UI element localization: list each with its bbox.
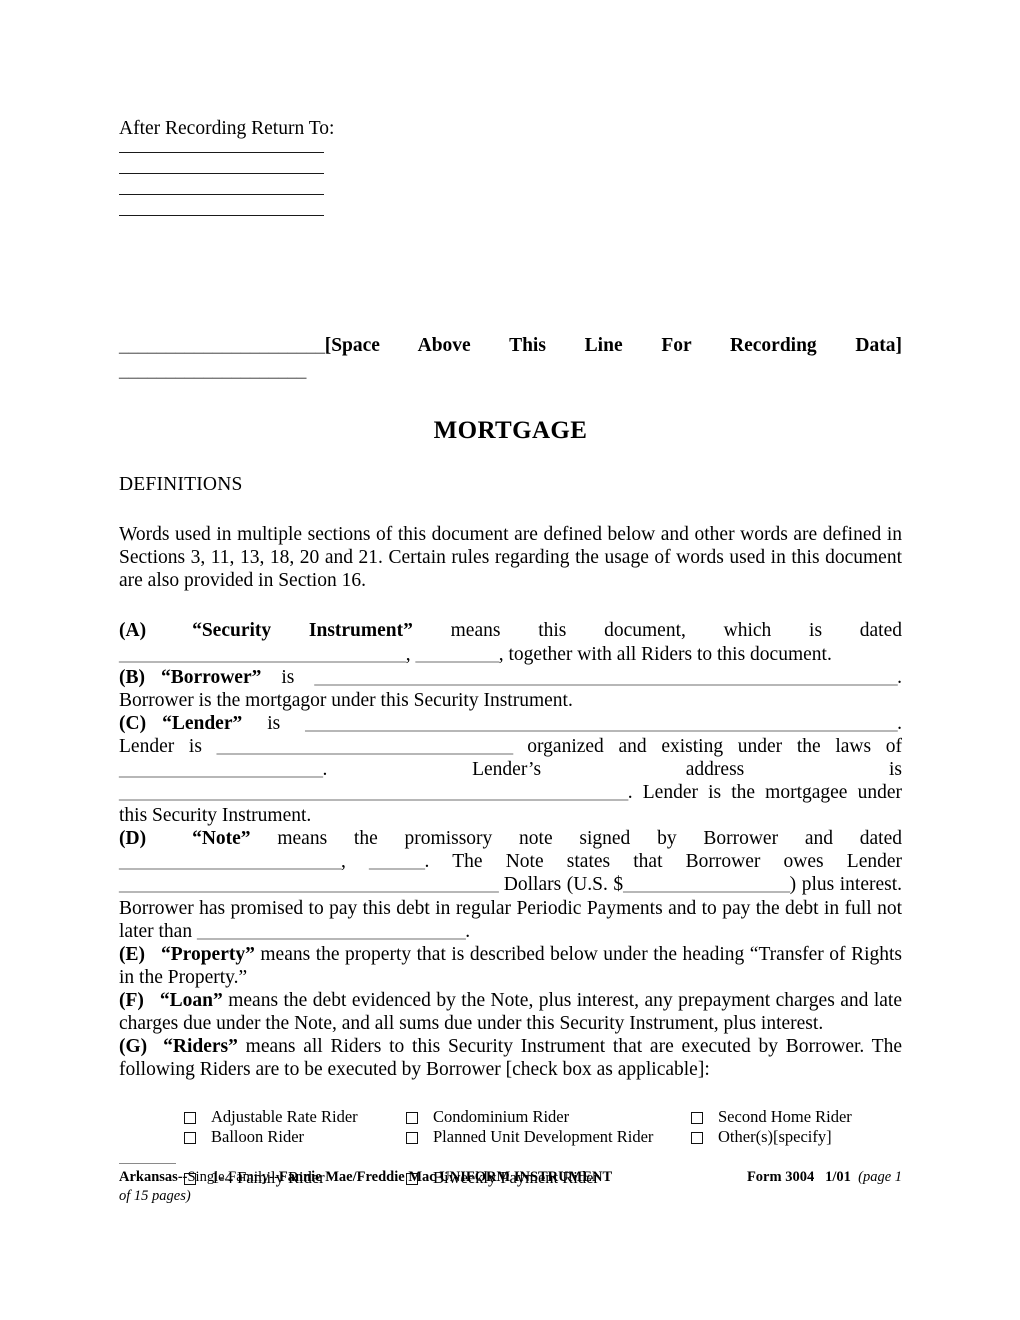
section-d-blank-amount-numeric[interactable]: __________________ xyxy=(623,874,790,895)
section-d-blank-date[interactable]: ________________________ xyxy=(119,851,342,872)
section-d-letter: (D) xyxy=(119,828,147,850)
checkbox-icon[interactable] xyxy=(184,1112,196,1125)
section-c-text-4: . Lender’s address is xyxy=(322,759,903,781)
section-d-text-2: . The Note states that Borrower owes Len… xyxy=(424,851,903,873)
section-d: (D) “Note” means the promissory note sign… xyxy=(119,827,902,942)
section-d-text-1: means the promissory note signed by Borr… xyxy=(277,828,903,850)
riders-blank-rule[interactable] xyxy=(119,1163,176,1165)
checkbox-icon[interactable] xyxy=(406,1112,418,1125)
rider-option-adjustable-rate[interactable]: Adjustable Rate Rider xyxy=(184,1107,406,1126)
rider-label: Second Home Rider xyxy=(718,1107,852,1127)
recording-blank-left[interactable]: ______________________ xyxy=(119,335,325,356)
footer-state: Arkansas-- xyxy=(119,1169,188,1185)
section-g-term: “Riders” xyxy=(163,1036,238,1058)
rider-label: Condominium Rider xyxy=(433,1107,570,1127)
rider-option-balloon[interactable]: Balloon Rider xyxy=(184,1127,406,1146)
footer-family: Single Family-- xyxy=(187,1169,279,1185)
document-footer: Arkansas--Single Family--Fannie Mae/Fred… xyxy=(119,1168,902,1205)
section-e-term: “Property” xyxy=(161,943,255,965)
vertical-spacer xyxy=(119,236,902,334)
section-e: (E) “Property” means the property that is… xyxy=(119,943,902,989)
section-b-text-1: is xyxy=(281,666,295,688)
rider-option-second-home[interactable]: Second Home Rider xyxy=(691,1107,891,1126)
footer-row-secondary: of 15 pages) xyxy=(119,1187,902,1205)
riders-row: Balloon Rider Planned Unit Development R… xyxy=(119,1127,902,1146)
section-c-blank-entity[interactable]: ________________________________ xyxy=(217,736,514,757)
section-f-text-1: means the debt evidenced by the Note, pl… xyxy=(119,989,903,1035)
section-c: (C) “Lender” is _________________________… xyxy=(119,712,902,827)
return-to-label: After Recording Return To: xyxy=(119,118,335,139)
footer-page-info: (page 1 xyxy=(858,1169,902,1185)
blank-write-line[interactable] xyxy=(119,194,324,196)
section-f: (F) “Loan” means the debt evidenced by th… xyxy=(119,989,902,1035)
blank-write-line[interactable] xyxy=(119,173,324,175)
section-f-letter: (F) xyxy=(119,989,144,1011)
section-c-term: “Lender” xyxy=(162,712,243,734)
rider-option-condominium[interactable]: Condominium Rider xyxy=(406,1107,691,1126)
definitions-intro-paragraph: Words used in multiple sections of this … xyxy=(119,524,902,592)
riders-row: Adjustable Rate Rider Condominium Rider … xyxy=(119,1107,902,1126)
checkbox-icon[interactable] xyxy=(691,1112,703,1125)
section-c-text-3: organized and existing under the laws of xyxy=(527,735,902,757)
rider-label: Adjustable Rate Rider xyxy=(211,1107,358,1127)
section-c-blank-address[interactable]: ________________________________________… xyxy=(119,782,628,803)
rider-label: Planned Unit Development Rider xyxy=(433,1126,654,1146)
document-content: After Recording Return To: _____________… xyxy=(119,118,902,1188)
footer-row-primary: Arkansas--Single Family--Fannie Mae/Fred… xyxy=(119,1168,902,1186)
section-b-term: “Borrower” xyxy=(161,666,262,688)
footer-instrument-line: Arkansas--Single Family--Fannie Mae/Fred… xyxy=(119,1168,612,1186)
section-d-text-5: . xyxy=(465,920,471,942)
section-a-text-2: , together with all Riders to this docum… xyxy=(498,643,832,665)
rider-option-planned-unit-development[interactable]: Planned Unit Development Rider xyxy=(406,1127,691,1146)
section-a-blank-date[interactable]: _______________________________ xyxy=(119,644,406,665)
section-g-letter: (G) xyxy=(119,1036,148,1058)
section-f-term: “Loan” xyxy=(159,989,223,1011)
section-a-text-1: means this document, which is dated xyxy=(450,620,902,642)
section-c-text-1: is xyxy=(267,712,281,734)
section-b-letter: (B) xyxy=(119,666,145,688)
section-d-blank-maturity-date[interactable]: _____________________________ xyxy=(197,921,466,942)
section-a-blank-year[interactable]: _________ xyxy=(416,644,500,665)
blank-write-line[interactable] xyxy=(119,215,324,217)
footer-agency: Fannie Mae/Freddie Mac UNIFORM INSTRUMEN… xyxy=(278,1169,613,1185)
recording-data-marker: ______________________[Space Above This … xyxy=(119,334,902,358)
definitions-heading: DEFINITIONS xyxy=(119,474,243,496)
footer-form-version: 1/01 xyxy=(825,1169,851,1185)
blank-write-line[interactable] xyxy=(119,152,324,154)
document-page: After Recording Return To: _____________… xyxy=(0,0,1020,1320)
section-e-letter: (E) xyxy=(119,943,145,965)
rider-label: Other(s)[specify] xyxy=(718,1126,832,1146)
section-b-blank-name[interactable]: ________________________________________… xyxy=(314,667,897,688)
section-a-letter: (A) xyxy=(119,620,147,642)
recording-data-text: [Space Above This Line For Recording Dat… xyxy=(324,335,902,357)
checkbox-icon[interactable] xyxy=(184,1131,196,1144)
section-d-term: “Note” xyxy=(192,828,251,850)
section-c-blank-lender[interactable]: ________________________________________… xyxy=(305,713,898,734)
section-a-term: “Security Instrument” xyxy=(192,620,413,642)
section-d-sep-1: , xyxy=(341,851,370,873)
section-d-text-3: Dollars (U.S. $ xyxy=(503,874,624,896)
section-b: (B) “Borrower” is _______________________… xyxy=(119,666,902,712)
section-a-sep-1: , xyxy=(405,643,416,665)
section-g: (G) “Riders” means all Riders to this Sec… xyxy=(119,1035,902,1081)
footer-form-line: Form 3004 1/01 (page 1 xyxy=(747,1168,902,1186)
return-to-blank-lines xyxy=(119,152,902,217)
section-c-letter: (C) xyxy=(119,712,147,734)
section-d-blank-amount-words[interactable]: ________________________________________… xyxy=(119,874,499,895)
rider-option-other-specify[interactable]: Other(s)[specify] xyxy=(691,1127,891,1146)
footer-form-number: Form 3004 xyxy=(746,1169,815,1185)
recording-blank-second[interactable]: ____________________ xyxy=(119,359,902,383)
checkbox-icon[interactable] xyxy=(691,1131,703,1144)
section-d-blank-year[interactable]: ______ xyxy=(369,851,425,872)
section-a: (A) “Security Instrument” means this docu… xyxy=(119,619,902,665)
footer-page-info-continued: of 15 pages) xyxy=(119,1188,191,1205)
page-title: MORTGAGE xyxy=(433,417,588,445)
checkbox-icon[interactable] xyxy=(406,1131,418,1144)
rider-label: Balloon Rider xyxy=(211,1126,305,1146)
section-c-blank-state[interactable]: ______________________ xyxy=(119,759,323,780)
